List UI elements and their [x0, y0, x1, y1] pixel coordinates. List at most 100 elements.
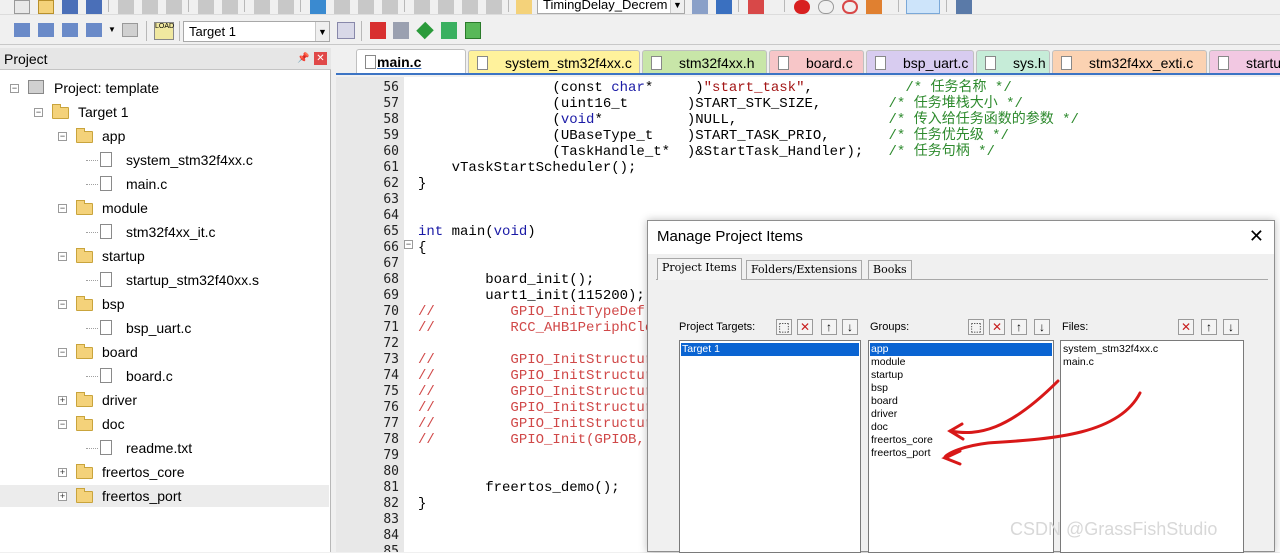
- code-line[interactable]: (void* )NULL, /* 传入给任务函数的参数 */: [418, 112, 1079, 128]
- pack-installer-icon[interactable]: [416, 21, 434, 40]
- code-line[interactable]: // GPIO_InitStructure.: [418, 416, 670, 432]
- open-folder-icon[interactable]: [38, 0, 54, 14]
- paste-icon[interactable]: [166, 0, 182, 14]
- stop-build-icon[interactable]: [122, 23, 138, 37]
- code-line[interactable]: // RCC_AHB1PeriphClock: [418, 320, 670, 336]
- code-line[interactable]: // GPIO_InitTypeDef G: [418, 304, 670, 320]
- nav-forward-icon[interactable]: [278, 0, 294, 14]
- unindent-icon[interactable]: [438, 0, 454, 14]
- find-icon[interactable]: [692, 0, 708, 14]
- tab-system-stm32f4xx-c[interactable]: system_stm32f4xx.c: [468, 50, 640, 73]
- run-time-environment-icon[interactable]: [465, 22, 481, 39]
- code-line[interactable]: int main(void): [418, 224, 536, 240]
- tree-item-file[interactable]: startup_stm32f40xx.s: [0, 269, 329, 291]
- redo-icon[interactable]: [222, 0, 238, 14]
- tree-item-group[interactable]: − bsp: [0, 293, 329, 315]
- tree-item-file[interactable]: bsp_uart.c: [0, 317, 329, 339]
- tree-item-group[interactable]: − doc: [0, 413, 329, 435]
- tab-stm32f4xx-exti-c[interactable]: stm32f4xx_exti.c: [1052, 50, 1207, 73]
- tab-sys-h[interactable]: sys.h: [976, 50, 1050, 73]
- tree-item-group[interactable]: − app: [0, 125, 329, 147]
- tree-item-project[interactable]: − Project: template: [0, 77, 329, 99]
- bookmark-icon[interactable]: [310, 0, 326, 14]
- configure-icon[interactable]: [956, 0, 972, 14]
- rebuild-icon[interactable]: [62, 23, 78, 37]
- tree-item-file[interactable]: main.c: [0, 173, 329, 195]
- tree-item-group[interactable]: + driver: [0, 389, 329, 411]
- breakpoint-icon[interactable]: [794, 0, 810, 14]
- chevron-down-icon[interactable]: ▼: [670, 0, 684, 13]
- tree-item-file[interactable]: system_stm32f4xx.c: [0, 149, 329, 171]
- breakpoint-kill-icon[interactable]: [842, 0, 858, 14]
- nav-back-icon[interactable]: [254, 0, 270, 14]
- debug-start-icon[interactable]: [748, 0, 764, 14]
- batch-build-icon[interactable]: [86, 23, 102, 37]
- build-icon[interactable]: [38, 23, 54, 37]
- target-select[interactable]: Target 1 ▼: [183, 21, 330, 42]
- chevron-down-icon[interactable]: ▼: [108, 25, 116, 34]
- collapse-icon[interactable]: −: [58, 348, 67, 357]
- close-icon[interactable]: ✕: [314, 52, 327, 65]
- code-line[interactable]: {: [418, 240, 426, 256]
- comment-icon[interactable]: [462, 0, 478, 14]
- collapse-icon[interactable]: −: [58, 132, 67, 141]
- code-line[interactable]: (TaskHandle_t* )&StartTask_Handler); /* …: [418, 144, 994, 160]
- save-icon[interactable]: [62, 0, 78, 14]
- clear-bookmarks-icon[interactable]: [382, 0, 398, 14]
- tab-main-c[interactable]: main.c: [356, 49, 466, 73]
- next-bookmark-icon[interactable]: [358, 0, 374, 14]
- select-packs-icon[interactable]: [441, 22, 457, 39]
- undo-icon[interactable]: [198, 0, 214, 14]
- collapse-icon[interactable]: −: [58, 420, 67, 429]
- code-line[interactable]: // GPIO_InitStructure.: [418, 400, 670, 416]
- translate-icon[interactable]: [14, 23, 30, 37]
- code-line[interactable]: (const char* )"start_task", /* 任务名称 */: [418, 80, 1011, 96]
- tab-board-c[interactable]: board.c: [769, 50, 864, 73]
- target-options-icon[interactable]: [337, 22, 355, 39]
- tab-bsp-uart-c[interactable]: bsp_uart.c: [866, 50, 974, 73]
- manage-components-icon[interactable]: [370, 22, 386, 39]
- code-line[interactable]: vTaskStartScheduler();: [418, 160, 637, 176]
- breakpoint-disable-icon[interactable]: [818, 0, 834, 14]
- code-line[interactable]: board_init();: [418, 272, 594, 288]
- new-file-icon[interactable]: [14, 0, 30, 14]
- download-icon[interactable]: LOAD: [154, 22, 174, 40]
- file-extensions-icon[interactable]: [393, 22, 409, 39]
- tree-item-group[interactable]: + freertos_port: [0, 485, 329, 507]
- tree-item-file[interactable]: readme.txt: [0, 437, 329, 459]
- tab-project-items[interactable]: Project Items: [657, 258, 742, 280]
- tab-startup-stm[interactable]: startup_stm: [1209, 50, 1280, 73]
- collapse-icon[interactable]: −: [58, 204, 67, 213]
- fold-icon[interactable]: −: [404, 240, 413, 249]
- save-all-icon[interactable]: [86, 0, 102, 14]
- code-line[interactable]: (uint16_t )START_STK_SIZE, /* 任务堆栈大小 */: [418, 96, 1022, 112]
- find-combo[interactable]: TimingDelay_Decrem ▼: [537, 0, 685, 14]
- copy-icon[interactable]: [142, 0, 158, 14]
- code-line[interactable]: // GPIO_InitStructure.: [418, 352, 670, 368]
- prev-bookmark-icon[interactable]: [334, 0, 350, 14]
- cut-icon[interactable]: [118, 0, 134, 14]
- tree-item-file[interactable]: board.c: [0, 365, 329, 387]
- code-line[interactable]: // GPIO_InitStructure.: [418, 384, 670, 400]
- collapse-icon[interactable]: −: [34, 108, 43, 117]
- find-in-files-icon[interactable]: [516, 0, 532, 14]
- tree-item-group[interactable]: + freertos_core: [0, 461, 329, 483]
- tree-item-target[interactable]: − Target 1: [0, 101, 329, 123]
- tree-item-group[interactable]: − board: [0, 341, 329, 363]
- expand-icon[interactable]: +: [58, 396, 67, 405]
- pin-icon[interactable]: 📌: [297, 53, 309, 64]
- tree-item-group[interactable]: − startup: [0, 245, 329, 267]
- incremental-find-icon[interactable]: [716, 0, 732, 14]
- code-line[interactable]: (UBaseType_t )START_TASK_PRIO, /* 任务优先级 …: [418, 128, 1008, 144]
- code-line[interactable]: freertos_demo();: [418, 480, 619, 496]
- code-line[interactable]: // GPIO_InitStructure.: [418, 368, 670, 384]
- collapse-icon[interactable]: −: [58, 252, 67, 261]
- indent-icon[interactable]: [414, 0, 430, 14]
- tree-item-file[interactable]: stm32f4xx_it.c: [0, 221, 329, 243]
- collapse-icon[interactable]: −: [10, 84, 19, 93]
- tree-item-group[interactable]: − module: [0, 197, 329, 219]
- tab-stm32f4xx-h[interactable]: stm32f4xx.h: [642, 50, 767, 73]
- chevron-down-icon[interactable]: ▼: [315, 22, 329, 41]
- breakpoint-kill-all-icon[interactable]: [866, 0, 882, 14]
- code-line[interactable]: }: [418, 176, 426, 192]
